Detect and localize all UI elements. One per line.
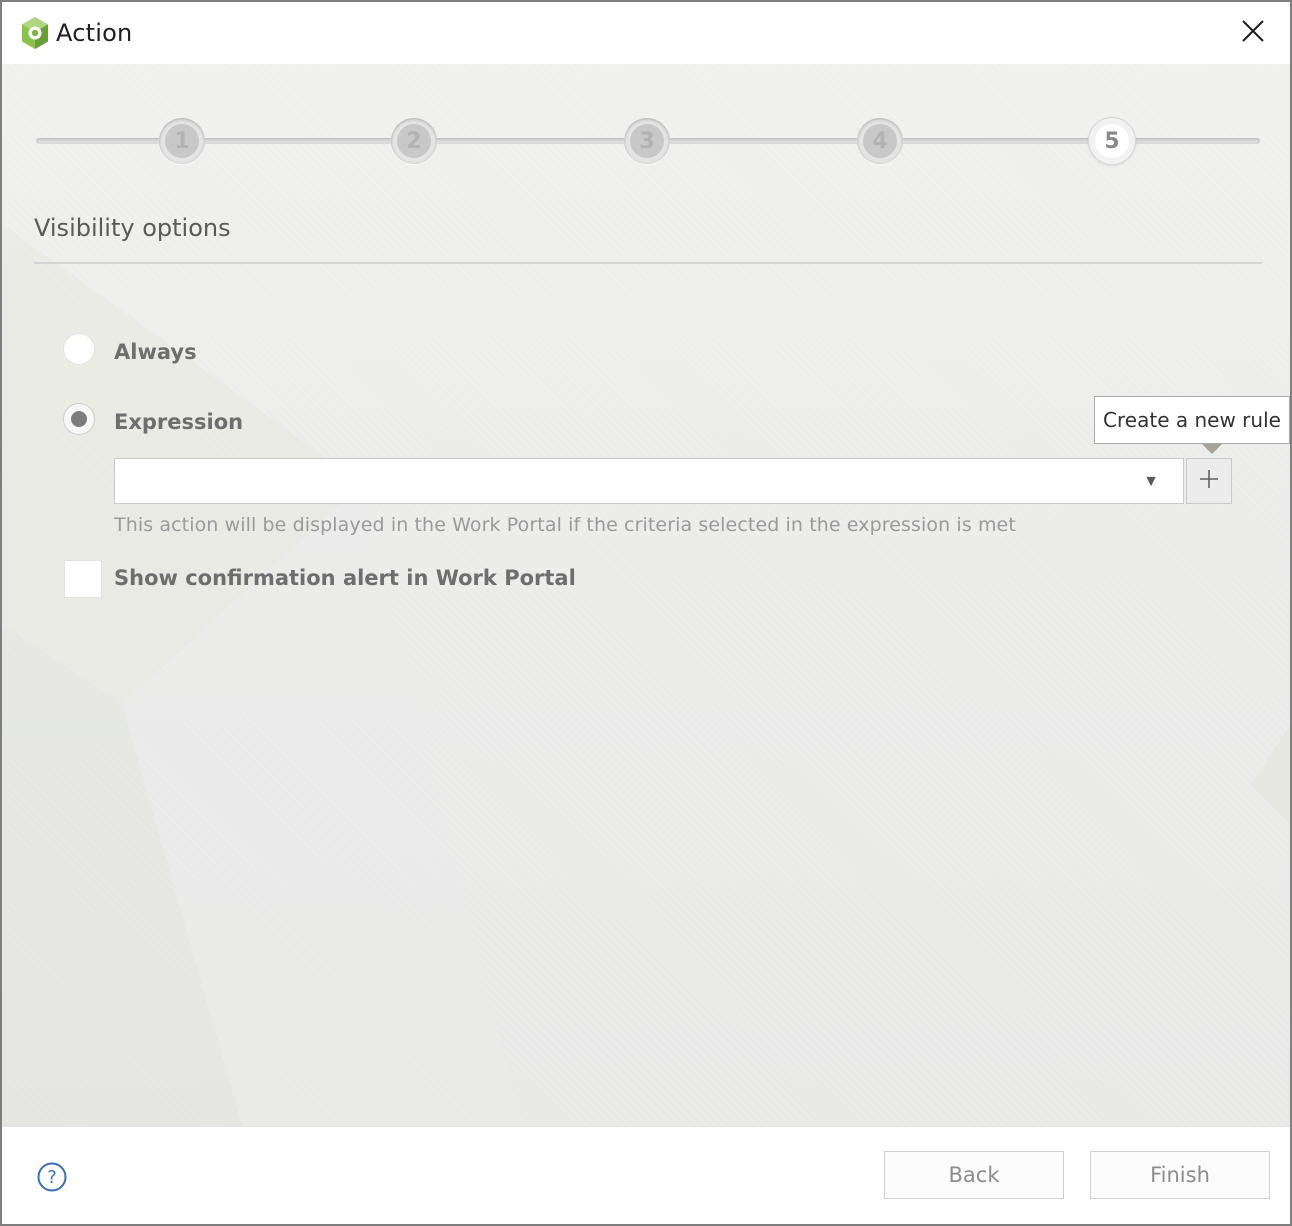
back-button[interactable]: Back: [884, 1151, 1064, 1199]
expression-hint: This action will be displayed in the Wor…: [114, 514, 1016, 536]
wizard-step-number: 5: [1095, 124, 1129, 158]
section-divider: [34, 262, 1262, 264]
action-dialog: Action 1 2 3 4 5 Visibility options Alwa…: [0, 0, 1292, 1226]
help-icon[interactable]: ?: [36, 1161, 68, 1193]
svg-text:?: ?: [47, 1167, 57, 1188]
always-radio[interactable]: [64, 334, 94, 364]
close-button[interactable]: [1234, 14, 1272, 52]
section-title: Visibility options: [34, 214, 231, 242]
dialog-content: 1 2 3 4 5 Visibility options Always Expr…: [2, 64, 1290, 1126]
wizard-step-2[interactable]: 2: [391, 118, 437, 164]
bizagi-logo-icon: [20, 16, 50, 50]
expression-label: Expression: [114, 410, 244, 434]
confirmation-alert-checkbox[interactable]: [64, 560, 102, 598]
dropdown-arrow-icon: ▼: [1143, 473, 1159, 490]
wizard-step-number: 2: [397, 124, 431, 158]
dialog-title: Action: [56, 19, 133, 47]
always-label: Always: [114, 340, 197, 364]
title-bar: Action: [2, 2, 1290, 64]
tooltip-pointer: [1202, 444, 1222, 454]
wizard-step-4[interactable]: 4: [857, 118, 903, 164]
create-rule-tooltip: Create a new rule: [1094, 396, 1290, 444]
dialog-footer: ? Back Finish: [2, 1126, 1290, 1224]
wizard-step-1[interactable]: 1: [159, 118, 205, 164]
radio-selected-dot: [71, 411, 87, 427]
create-rule-button[interactable]: [1186, 458, 1232, 504]
wizard-steps: 1 2 3 4 5: [36, 118, 1260, 168]
finish-button[interactable]: Finish: [1090, 1151, 1270, 1199]
confirmation-alert-label: Show confirmation alert in Work Portal: [114, 566, 576, 590]
wizard-step-5[interactable]: 5: [1089, 118, 1135, 164]
wizard-step-number: 3: [630, 124, 664, 158]
wizard-step-3[interactable]: 3: [624, 118, 670, 164]
wizard-step-number: 4: [863, 124, 897, 158]
plus-icon: [1198, 468, 1220, 495]
close-icon: [1241, 19, 1265, 48]
expression-radio[interactable]: [64, 404, 94, 434]
expression-dropdown[interactable]: ▼: [114, 458, 1184, 504]
wizard-step-number: 1: [165, 124, 199, 158]
